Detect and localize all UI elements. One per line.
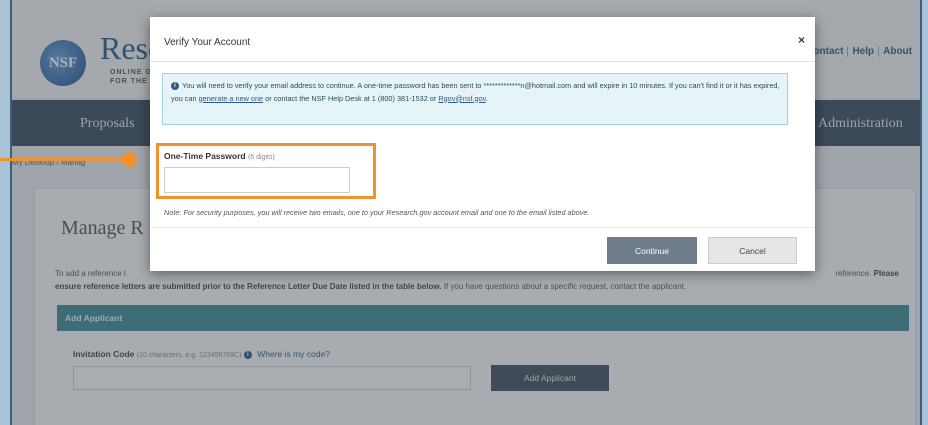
cancel-button[interactable]: Cancel bbox=[708, 237, 797, 264]
generate-new-password-link[interactable]: generate a new one bbox=[199, 94, 264, 103]
verify-account-modal: Verify Your Account × i You will need to … bbox=[150, 17, 815, 271]
annotation-dot bbox=[122, 152, 137, 167]
help-desk-email-link[interactable]: Rgov@nsf.gov bbox=[438, 94, 485, 103]
divider bbox=[150, 227, 815, 228]
info-alert: i You will need to verify your email addr… bbox=[162, 73, 788, 125]
security-note: Note: For security purposes, you will re… bbox=[164, 208, 590, 217]
modal-title: Verify Your Account bbox=[164, 37, 251, 48]
annotation-line bbox=[0, 158, 128, 161]
divider bbox=[150, 61, 815, 62]
close-icon[interactable]: × bbox=[798, 33, 805, 47]
otp-highlight-box bbox=[156, 143, 376, 199]
continue-button[interactable]: Continue bbox=[607, 237, 697, 264]
info-icon: i bbox=[171, 82, 179, 91]
